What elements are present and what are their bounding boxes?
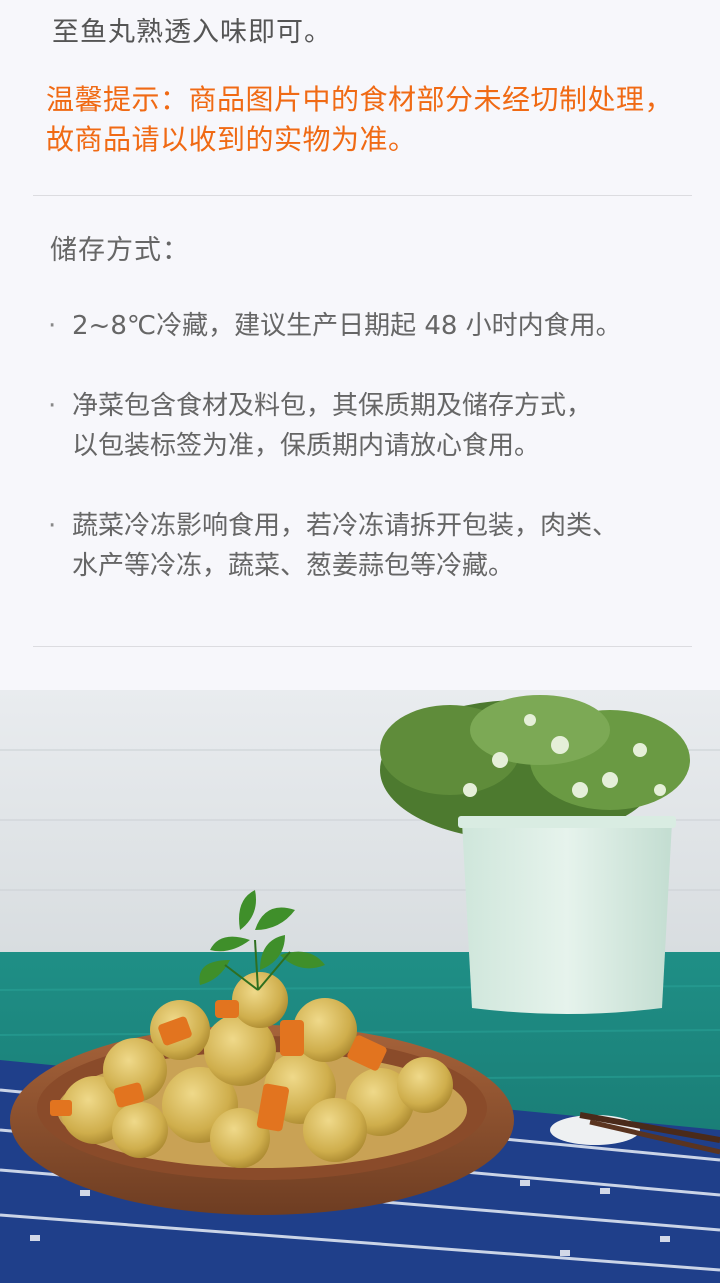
storage-item-line-1: 2~8℃冷藏，建议生产日期起 48 小时内食用。 <box>72 311 622 341</box>
product-detail-text: 至鱼丸熟透入味即可。 温馨提示：商品图片中的食材部分未经切制处理， 故商品请以收… <box>0 0 720 690</box>
section-divider <box>33 646 692 647</box>
warm-tip: 温馨提示：商品图片中的食材部分未经切制处理， 故商品请以收到的实物为准。 <box>46 80 710 160</box>
storage-title: 储存方式： <box>50 235 190 266</box>
bullet-dot: · <box>48 311 57 341</box>
bullet-dot: · <box>48 391 57 421</box>
storage-item-line-2: 以包装标签为准，保质期内请放心食用。 <box>72 431 541 461</box>
storage-item-line-2: 水产等冷冻，蔬菜、葱姜蒜包等冷藏。 <box>72 551 515 581</box>
product-photo <box>0 690 720 1283</box>
bullet-dot: · <box>48 511 57 541</box>
curry-fish-balls-image <box>0 690 720 1283</box>
warm-tip-line-2: 故商品请以收到的实物为准。 <box>46 123 417 156</box>
storage-item-line-1: 蔬菜冷冻影响食用，若冷冻请拆开包装，肉类、 <box>72 511 619 541</box>
section-divider <box>33 195 692 196</box>
warm-tip-line-1: 温馨提示：商品图片中的食材部分未经切制处理， <box>46 83 674 116</box>
cooking-step-tail: 至鱼丸熟透入味即可。 <box>52 17 332 48</box>
storage-item-line-1: 净菜包含食材及料包，其保质期及储存方式， <box>72 391 593 421</box>
